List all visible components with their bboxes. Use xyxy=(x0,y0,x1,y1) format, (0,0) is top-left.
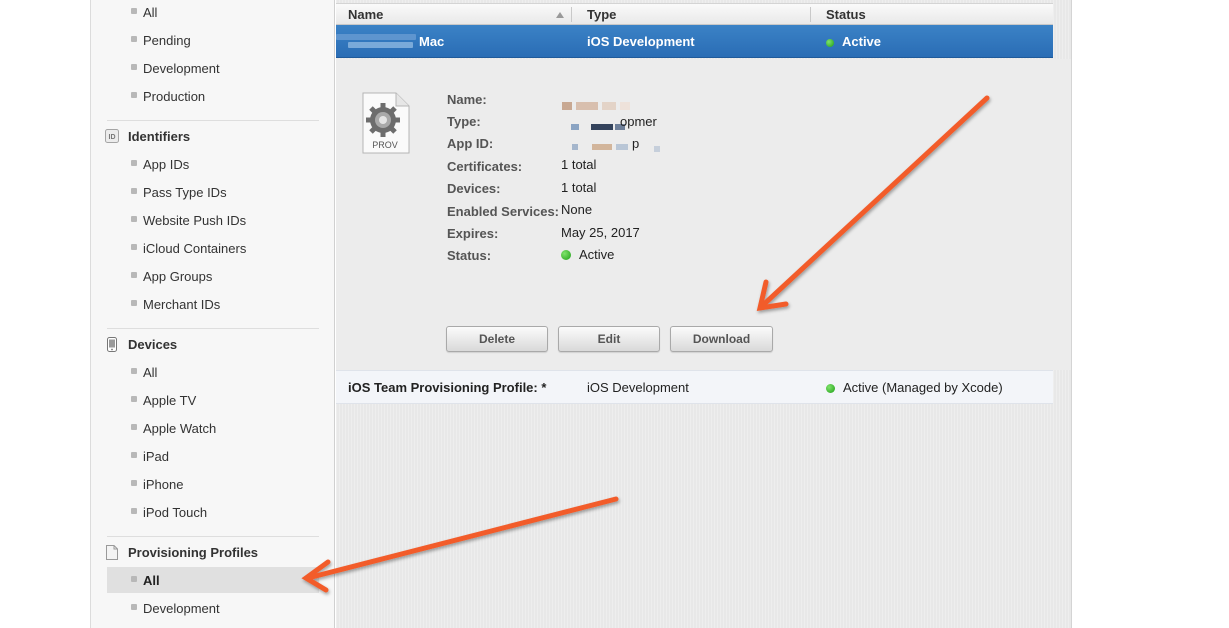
detail-value-type-fragment: opmer xyxy=(620,114,657,129)
bullet-icon xyxy=(131,604,137,610)
status-active-icon xyxy=(826,384,835,393)
provisioning-profile-file-icon: PROV xyxy=(362,92,410,154)
section-identifiers-header[interactable]: ID Identifiers xyxy=(105,125,190,147)
download-button[interactable]: Download xyxy=(670,326,773,352)
row-status-cell: Active xyxy=(826,25,881,58)
section-devices-title: Devices xyxy=(128,336,178,352)
detail-value-expires: May 25, 2017 xyxy=(561,225,640,240)
delete-button[interactable]: Delete xyxy=(446,326,548,352)
sidebar-divider xyxy=(107,328,319,329)
detail-label-enabled-services: Enabled Services: xyxy=(447,204,559,219)
sidebar-item-iphone[interactable]: iPhone xyxy=(107,471,319,497)
bullet-icon xyxy=(131,424,137,430)
sidebar-item-merchant-ids[interactable]: Merchant IDs xyxy=(107,291,319,317)
detail-value-certificates: 1 total xyxy=(561,157,597,172)
detail-value-app-id-fragment: p xyxy=(632,136,640,151)
sidebar-divider xyxy=(107,536,319,537)
sidebar-item-profiles-all[interactable]: All xyxy=(107,567,319,593)
bullet-icon xyxy=(131,272,137,278)
bullet-icon xyxy=(131,576,137,582)
detail-value-status: Active xyxy=(561,247,614,262)
column-divider xyxy=(810,7,811,22)
edit-button[interactable]: Edit xyxy=(558,326,660,352)
sidebar: All Pending Development Production ID Id… xyxy=(91,0,335,628)
frame-right-border xyxy=(1071,0,1072,628)
bullet-icon xyxy=(131,8,137,14)
sidebar-item-apple-watch[interactable]: Apple Watch xyxy=(107,415,319,441)
bullet-icon xyxy=(131,64,137,70)
sidebar-item-certificates-development[interactable]: Development xyxy=(107,55,319,81)
row-name-cell: iOS Team Provisioning Profile: * xyxy=(348,380,547,395)
column-header-status[interactable]: Status xyxy=(826,4,866,25)
bullet-icon xyxy=(131,216,137,222)
bullet-icon xyxy=(131,452,137,458)
detail-value-app-id-redacted xyxy=(572,144,662,154)
detail-label-certificates: Certificates: xyxy=(447,159,523,174)
column-header-type[interactable]: Type xyxy=(587,4,616,25)
sort-ascending-icon[interactable] xyxy=(556,12,564,18)
bullet-icon xyxy=(131,92,137,98)
row-type-cell: iOS Development xyxy=(587,380,689,395)
bullet-icon xyxy=(131,396,137,402)
section-provisioning-profiles-title: Provisioning Profiles xyxy=(128,544,259,560)
detail-value-name-redacted xyxy=(562,102,652,110)
detail-label-type: Type: xyxy=(447,114,481,129)
id-icon: ID xyxy=(105,129,119,143)
bullet-icon xyxy=(131,300,137,306)
sidebar-item-website-push-ids[interactable]: Website Push IDs xyxy=(107,207,319,233)
bullet-icon xyxy=(131,36,137,42)
row-status-cell: Active (Managed by Xcode) xyxy=(826,371,1003,404)
sidebar-item-ipod-touch[interactable]: iPod Touch xyxy=(107,499,319,525)
section-devices-header[interactable]: Devices xyxy=(105,333,177,355)
sidebar-item-pending[interactable]: Pending xyxy=(107,27,319,53)
detail-value-devices: 1 total xyxy=(561,180,597,195)
svg-text:ID: ID xyxy=(109,134,116,141)
sidebar-item-ipad[interactable]: iPad xyxy=(107,443,319,469)
sidebar-item-apple-tv[interactable]: Apple TV xyxy=(107,387,319,413)
svg-text:PROV: PROV xyxy=(372,140,398,150)
row-status-text: Active (Managed by Xcode) xyxy=(843,380,1003,395)
detail-label-expires: Expires: xyxy=(447,226,499,241)
detail-value-status-text: Active xyxy=(579,247,615,262)
status-active-icon xyxy=(561,250,571,260)
bullet-icon xyxy=(131,368,137,374)
sidebar-item-icloud-containers[interactable]: iCloud Containers xyxy=(107,235,319,261)
row-type-cell: iOS Development xyxy=(587,34,695,49)
detail-label-name: Name: xyxy=(447,92,487,107)
sidebar-divider xyxy=(107,120,319,121)
sidebar-item-profiles-development[interactable]: Development xyxy=(107,595,319,621)
document-icon xyxy=(105,544,119,560)
status-active-icon xyxy=(826,39,834,47)
bullet-icon xyxy=(131,188,137,194)
row-name-cell: Mac xyxy=(419,34,445,49)
section-identifiers-title: Identifiers xyxy=(128,128,191,144)
main-content: Name Type Status Mac iOS Development Act… xyxy=(336,0,1071,628)
bullet-icon xyxy=(131,480,137,486)
detail-value-enabled-services: None xyxy=(561,202,593,217)
sidebar-item-pass-type-ids[interactable]: Pass Type IDs xyxy=(107,179,319,205)
bullet-icon xyxy=(131,244,137,250)
redacted-text xyxy=(336,34,416,40)
table-row-selected[interactable]: Mac iOS Development Active xyxy=(336,25,1053,58)
column-header-name[interactable]: Name xyxy=(348,4,383,25)
table-row[interactable]: iOS Team Provisioning Profile: * iOS Dev… xyxy=(336,370,1053,404)
column-divider xyxy=(571,7,572,22)
row-status-text: Active xyxy=(842,34,882,49)
bullet-icon xyxy=(131,508,137,514)
table-header: Name Type Status xyxy=(336,3,1053,25)
sidebar-item-app-groups[interactable]: App Groups xyxy=(107,263,319,289)
sidebar-item-devices-all[interactable]: All xyxy=(107,359,319,385)
detail-label-app-id: App ID: xyxy=(447,136,494,151)
bullet-icon xyxy=(131,160,137,166)
sidebar-item-production[interactable]: Production xyxy=(107,83,319,109)
detail-label-status: Status: xyxy=(447,248,492,263)
profile-details-panel: PROV Name: Type: App ID: Certificates: D… xyxy=(336,59,1071,370)
phone-icon xyxy=(105,336,119,352)
detail-label-devices: Devices: xyxy=(447,181,501,196)
sidebar-item-certificates-all[interactable]: All xyxy=(107,0,319,25)
redacted-text xyxy=(348,42,413,48)
section-provisioning-profiles-header[interactable]: Provisioning Profiles xyxy=(105,541,258,563)
sidebar-item-app-ids[interactable]: App IDs xyxy=(107,151,319,177)
